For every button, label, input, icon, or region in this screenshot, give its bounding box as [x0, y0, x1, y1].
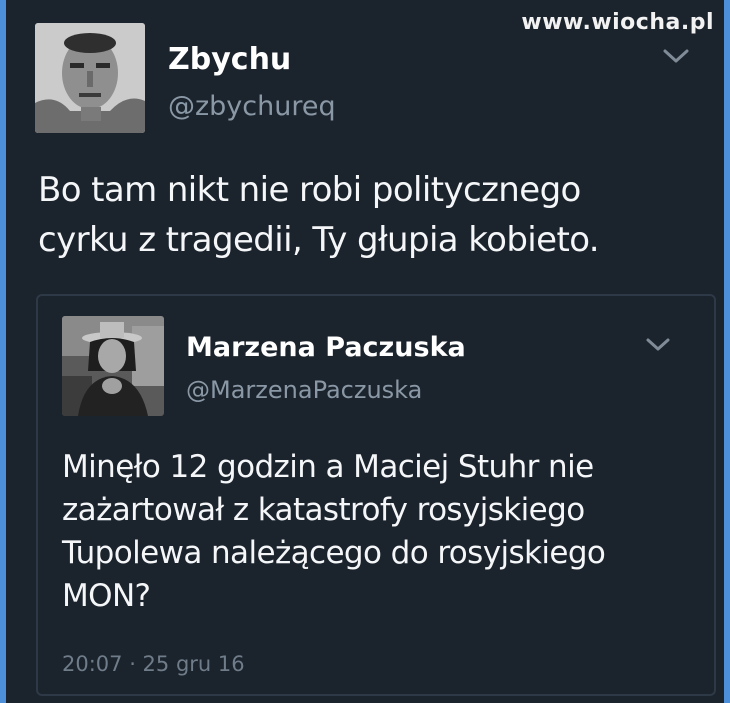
author-name[interactable]: Zbychu [168, 42, 291, 77]
quoted-author-handle[interactable]: @MarzenaPaczuska [186, 376, 422, 404]
quoted-tweet-timestamp[interactable]: 20:07 · 25 gru 16 [62, 652, 245, 676]
tweet-text: Bo tam nikt nie robi politycznego cyrku … [38, 170, 600, 260]
quoted-tweet[interactable]: Marzena Paczuska @MarzenaPaczuska Minęło… [36, 294, 716, 696]
author-avatar[interactable] [35, 23, 145, 133]
quoted-tweet-text: Minęło 12 godzin a Maciej Stuhr nie zaża… [62, 449, 606, 614]
site-watermark: www.wiocha.pl [521, 10, 714, 35]
chevron-down-icon[interactable] [661, 46, 691, 66]
quoted-author-name[interactable]: Marzena Paczuska [186, 332, 466, 363]
author-handle[interactable]: @zbychureq [168, 91, 336, 122]
quoted-author-avatar[interactable] [62, 316, 164, 416]
chevron-down-icon[interactable] [644, 336, 672, 354]
tweet-screen: www.wiocha.pl Zbychu @zbychureq Bo tam n… [6, 0, 724, 703]
